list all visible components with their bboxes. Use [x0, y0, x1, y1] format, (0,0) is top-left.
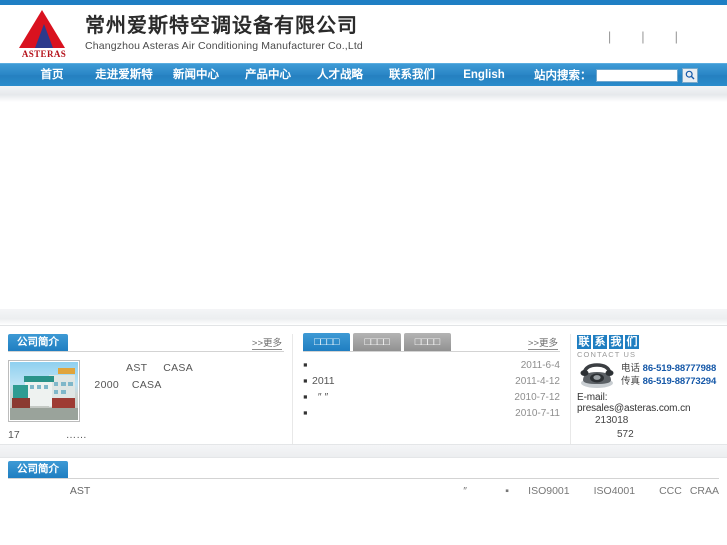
- bullet-icon: ▪: [303, 389, 308, 404]
- about-footer: 17 ……: [8, 422, 284, 441]
- telephone-icon: [580, 363, 614, 388]
- site-title-en: Changzhou Asteras Air Conditioning Manuf…: [85, 40, 363, 52]
- news-item-date: 2011-6-4: [520, 359, 560, 371]
- contact-phone-row: 电话 86-519-88777988: [621, 362, 716, 375]
- bottom-certifications: ″ ▪ ISO9001 ISO4001 CCC CRAA: [444, 483, 719, 500]
- about-foot-ellipsis: ……: [65, 429, 87, 441]
- contact-char-1: 联: [577, 335, 591, 349]
- news-item-title[interactable]: ″ ″: [312, 391, 514, 403]
- news-tabs: □□□□ □□□□ □□□□: [303, 333, 452, 351]
- nav-item-home[interactable]: 首页: [16, 64, 88, 87]
- news-list-item[interactable]: ▪ 2011-6-4: [303, 357, 560, 373]
- nav-item-english[interactable]: English: [448, 64, 520, 87]
- bottom-section: 公司简介 AST ″ ▪ ISO9001 ISO4001 CCC CRAA: [0, 458, 727, 500]
- about-building-photo: [10, 362, 78, 420]
- section-divider-band-top: [0, 309, 727, 326]
- news-section-header: □□□□ □□□□ □□□□ >>更多: [303, 333, 560, 352]
- about-more-link[interactable]: >>更多: [251, 335, 282, 350]
- cert-craa: CRAA: [689, 485, 719, 497]
- news-tab-2[interactable]: □□□□: [353, 333, 401, 351]
- contact-char-2: 系: [593, 335, 607, 349]
- about-column: 公司简介 >>更多 AST CASA 2000 CASA 17 ……: [0, 334, 292, 444]
- news-list-item[interactable]: ▪ 2010-7-11: [303, 405, 560, 421]
- news-item-date: 2010-7-12: [514, 391, 560, 403]
- about-section-header: 公司简介 >>更多: [8, 334, 284, 352]
- search-label: 站内搜索：: [534, 70, 592, 82]
- contact-extra: 572: [617, 429, 634, 440]
- bottom-text: AST: [53, 485, 91, 497]
- about-foot-number: 17: [8, 429, 20, 441]
- logo-wordmark: ASTERAS: [21, 49, 67, 59]
- contact-fax-row: 传真 86-519-88773294: [621, 375, 716, 388]
- news-tab-1[interactable]: □□□□: [303, 333, 351, 351]
- nav-item-products[interactable]: 产品中心: [232, 64, 304, 87]
- bottom-dot-2: ▪: [505, 485, 510, 497]
- site-header: ASTERAS 常州爱斯特空调设备有限公司 Changzhou Asteras …: [0, 5, 727, 63]
- contact-heading: 联 系 我 们: [577, 334, 721, 349]
- banner-gradient-strip: [0, 86, 727, 102]
- news-column: □□□□ □□□□ □□□□ >>更多 ▪ 2011-6-4 ▪ 2011 20…: [292, 333, 570, 444]
- top-link-2[interactable]: [612, 29, 640, 44]
- news-item-title[interactable]: 2011: [312, 375, 515, 387]
- news-item-date: 2010-7-11: [515, 407, 560, 419]
- logo-triangle-icon: [35, 24, 53, 48]
- contact-subtitle: CONTACT US: [577, 350, 637, 359]
- fax-number: 86-519-88773294: [642, 376, 717, 387]
- site-title-block: 常州爱斯特空调设备有限公司 Changzhou Asteras Air Cond…: [85, 14, 363, 54]
- search-input[interactable]: [595, 68, 678, 82]
- cert-iso9001: ISO9001: [528, 485, 570, 497]
- contact-numbers: 电话 86-519-88777988 传真 86-519-88773294: [621, 362, 716, 388]
- fax-label: 传真: [621, 376, 641, 387]
- nav-item-news[interactable]: 新闻中心: [160, 64, 232, 87]
- phone-number: 86-519-88777988: [642, 363, 717, 374]
- site-logo[interactable]: ASTERAS: [13, 10, 75, 59]
- top-link-separator-3: |: [674, 29, 678, 44]
- nav-item-about[interactable]: 走进爱斯特: [88, 64, 160, 87]
- contact-char-4: 们: [625, 335, 639, 349]
- contact-phone-block: 电话 86-519-88777988 传真 86-519-88773294: [577, 361, 721, 389]
- section-divider-band-bottom: [0, 444, 727, 458]
- contact-email[interactable]: E-mail: presales@asteras.com.cn: [577, 389, 721, 414]
- bottom-section-header: 公司简介: [8, 461, 719, 479]
- site-title-cn: 常州爱斯特空调设备有限公司: [85, 15, 358, 37]
- nav-item-talent[interactable]: 人才战略: [304, 64, 376, 87]
- bottom-dot-1: ″: [463, 485, 468, 497]
- bottom-body: AST ″ ▪ ISO9001 ISO4001 CCC CRAA: [8, 479, 719, 500]
- nav-item-contact[interactable]: 联系我们: [376, 64, 448, 87]
- site-search: 站内搜索：: [534, 67, 698, 83]
- bottom-heading: 公司简介: [8, 461, 68, 478]
- top-link-3[interactable]: [646, 29, 674, 44]
- search-button[interactable]: [681, 67, 698, 83]
- news-tab-3[interactable]: □□□□: [403, 333, 452, 351]
- main-navigation: 首页 走进爱斯特 新闻中心 产品中心 人才战略 联系我们 English 站内搜…: [0, 63, 727, 86]
- search-icon: [685, 70, 694, 80]
- about-text: AST CASA 2000 CASA: [88, 360, 284, 422]
- contact-char-3: 我: [609, 335, 623, 349]
- cert-ccc: CCC: [659, 485, 682, 497]
- bullet-icon: ▪: [303, 405, 308, 420]
- about-text-line-1: AST CASA: [88, 362, 194, 374]
- cert-iso4001: ISO4001: [593, 485, 636, 497]
- phone-label: 电话: [621, 363, 641, 374]
- top-utility-links: | | |: [579, 29, 679, 44]
- bullet-icon: ▪: [303, 373, 308, 388]
- contact-column: 联 系 我 们 CONTACT US 电话 86-519-88777988 传真…: [570, 334, 727, 444]
- news-list: ▪ 2011-6-4 ▪ 2011 2011-4-12 ▪ ″ ″ 2010-7…: [303, 352, 560, 421]
- bullet-icon: ▪: [303, 357, 308, 372]
- about-body: AST CASA 2000 CASA: [8, 352, 284, 422]
- banner-slideshow[interactable]: [0, 102, 727, 309]
- about-photo-frame[interactable]: [8, 360, 80, 422]
- news-item-date: 2011-4-12: [515, 375, 560, 387]
- about-heading: 公司简介: [8, 334, 68, 351]
- main-content: 公司简介 >>更多 AST CASA 2000 CASA 17 …… □□□□ …: [0, 326, 727, 444]
- top-link-1[interactable]: [579, 29, 607, 44]
- news-list-item[interactable]: ▪ ″ ″ 2010-7-12: [303, 389, 560, 405]
- about-text-line-2: 2000 CASA: [88, 379, 162, 391]
- news-more-link[interactable]: >>更多: [527, 335, 558, 350]
- contact-postcode: 213018: [595, 415, 629, 426]
- news-list-item[interactable]: ▪ 2011 2011-4-12: [303, 373, 560, 389]
